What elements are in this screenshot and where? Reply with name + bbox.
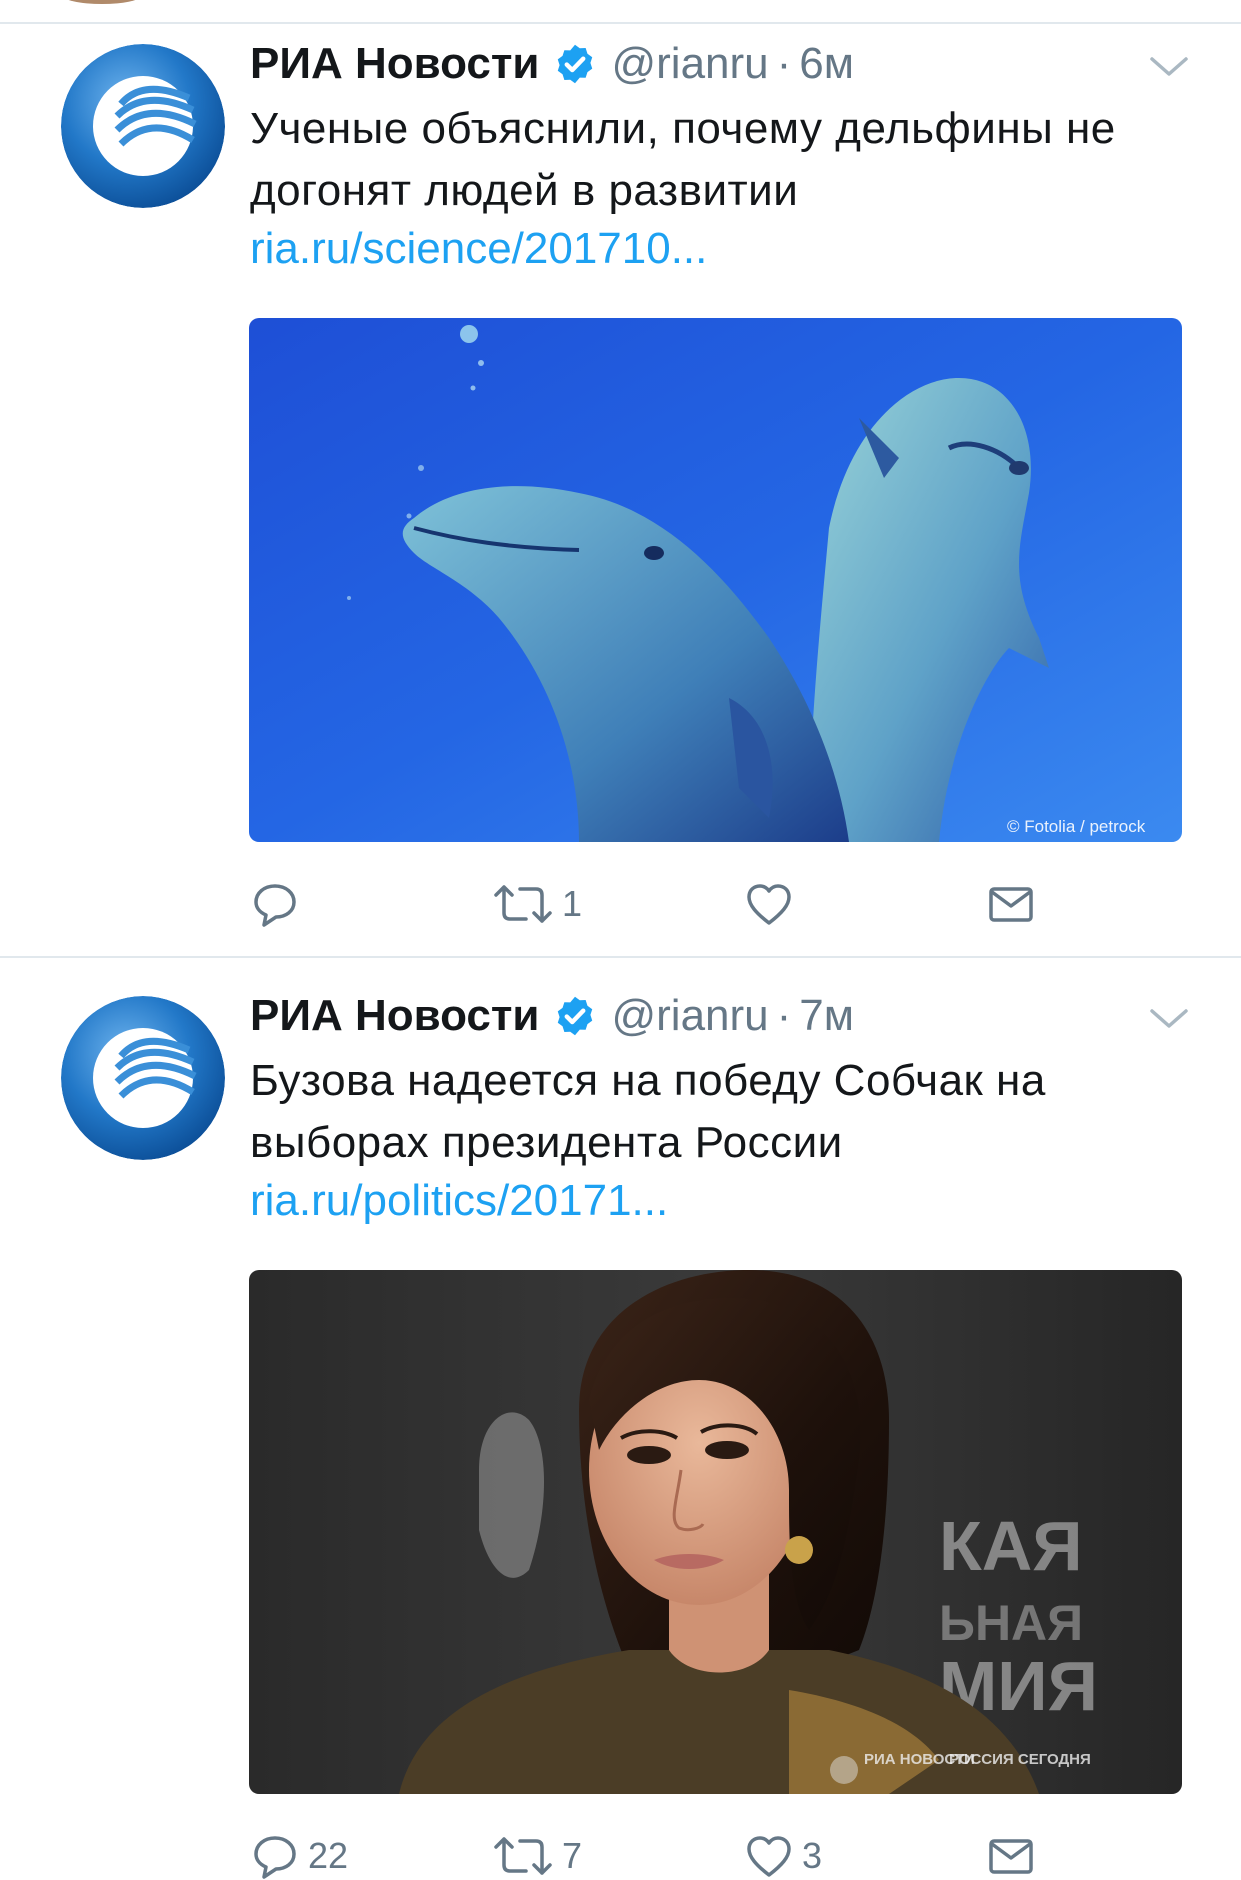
- tweet-text: Ученые объяснили, почему дельфины не дог…: [250, 104, 1116, 215]
- tweet-link[interactable]: ria.ru/politics/20171...: [250, 1176, 668, 1226]
- media-credit: © Fotolia / petrock: [1007, 817, 1146, 836]
- timestamp[interactable]: 7м: [799, 991, 854, 1041]
- verified-icon: [558, 996, 593, 1036]
- previous-tweet-edge: [0, 0, 1241, 23]
- like-button[interactable]: 3: [744, 1826, 822, 1880]
- separator: ·: [776, 39, 792, 88]
- reply-icon: [254, 884, 296, 927]
- svg-text:ЬНАЯ: ЬНАЯ: [939, 1595, 1083, 1651]
- reply-button[interactable]: [250, 874, 308, 934]
- media-watermark-right: РОССИЯ СЕГОДНЯ: [949, 1751, 1091, 1768]
- tweet-link[interactable]: ria.ru/science/201710...: [250, 224, 707, 274]
- retweet-icon: [494, 885, 552, 923]
- tweet-media[interactable]: КАЯ ЬНАЯ МИЯ РИА НОВОСТИ РОССИЯ СЕГОДНЯ: [249, 1270, 1182, 1794]
- retweet-button[interactable]: 7: [492, 1826, 582, 1880]
- verified-icon: [558, 44, 593, 84]
- ria-logo-icon: [61, 996, 225, 1160]
- tweet-divider: [0, 22, 1241, 24]
- retweet-button[interactable]: 1: [492, 874, 582, 934]
- message-button[interactable]: [986, 1826, 1036, 1880]
- previous-avatar-sliver: [62, 0, 142, 4]
- retweet-count: 7: [562, 1835, 583, 1876]
- message-button[interactable]: [986, 874, 1036, 934]
- author-name[interactable]: РИА Новости: [250, 991, 539, 1041]
- like-icon: [747, 884, 791, 925]
- like-button[interactable]: [744, 874, 802, 934]
- chevron-down-icon[interactable]: [1148, 54, 1190, 80]
- avatar[interactable]: [61, 44, 225, 208]
- retweet-icon: [494, 1837, 552, 1875]
- ria-logo-icon: [61, 44, 225, 208]
- like-count: 3: [802, 1835, 823, 1876]
- timestamp[interactable]: 6м: [799, 39, 854, 89]
- avatar[interactable]: [61, 996, 225, 1160]
- separator: ·: [776, 991, 792, 1040]
- tweet-actions: 22 7 3: [250, 1826, 1190, 1880]
- tweet-actions: 1: [250, 874, 1190, 934]
- retweet-count: 1: [562, 883, 583, 924]
- dolphins-image: © Fotolia / petrock: [249, 318, 1182, 842]
- portrait-image: КАЯ ЬНАЯ МИЯ РИА НОВОСТИ РОССИЯ СЕГОДНЯ: [249, 1270, 1182, 1794]
- tweet-text: Бузова надеется на победу Собчак на выбо…: [250, 1056, 1046, 1167]
- reply-button[interactable]: 22: [250, 1826, 348, 1880]
- chevron-down-icon[interactable]: [1148, 1006, 1190, 1032]
- message-icon: [989, 887, 1033, 922]
- author-handle[interactable]: @rianru: [611, 991, 768, 1041]
- author-name[interactable]: РИА Новости: [250, 39, 539, 89]
- tweet-media[interactable]: © Fotolia / petrock: [249, 318, 1182, 842]
- tweet-header: РИА Новости @rianru · 7м: [250, 986, 854, 1046]
- svg-text:КАЯ: КАЯ: [939, 1507, 1083, 1585]
- tweet-header: РИА Новости @rianru · 6м: [250, 34, 854, 94]
- message-icon: [989, 1839, 1033, 1874]
- tweet-divider: [0, 956, 1241, 958]
- like-icon: [747, 1836, 791, 1877]
- reply-count: 22: [308, 1835, 349, 1876]
- author-handle[interactable]: @rianru: [611, 39, 768, 89]
- reply-icon: [254, 1836, 296, 1879]
